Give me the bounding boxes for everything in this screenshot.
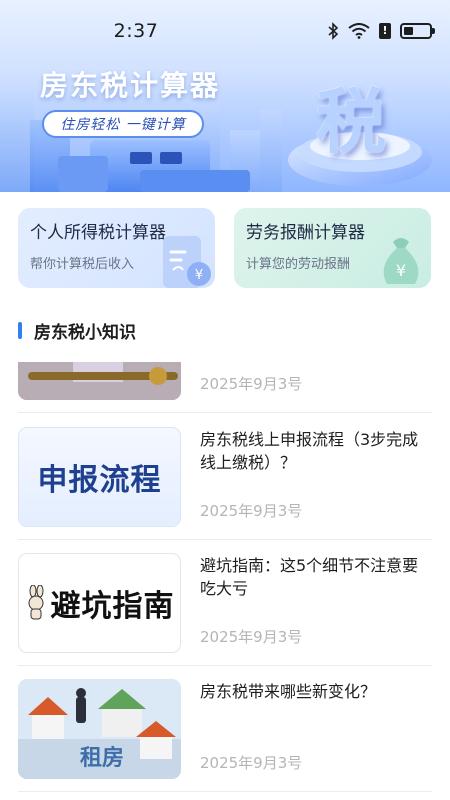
section-accent-bar (18, 322, 22, 339)
hero-banner: 2:37 ! 房东税计算器 住房轻松 一键计算 税 (0, 0, 450, 192)
labor-remuneration-calculator-card[interactable]: 劳务报酬计算器 计算您的劳动报酬 ¥ (234, 208, 431, 288)
status-icons: ! (327, 22, 435, 40)
article-title: 避坑指南：这5个细节不注意要吃大亏 (200, 556, 419, 598)
article-thumbnail: 申报流程 (18, 427, 181, 527)
article-date: 2025年9月3号 (200, 375, 303, 393)
article-thumbnail (18, 362, 181, 400)
list-item[interactable]: 避坑指南 避坑指南：这5个细节不注意要吃大亏 2025年9月3号 (18, 540, 432, 666)
thumbnail-text: 申报流程 (37, 463, 162, 498)
rabbit-mascot-icon (28, 585, 43, 620)
battery-icon (400, 23, 435, 39)
status-bar: 2:37 ! (0, 0, 450, 66)
thumbnail-text: 避坑指南 (50, 589, 175, 624)
article-date: 2025年9月3号 (200, 754, 303, 772)
app-title: 房东税计算器 (40, 69, 221, 102)
thumbnail-text: 租房 (80, 745, 124, 771)
tax-emblem: 税 (316, 80, 386, 163)
rental-houses-image: 租房 (18, 679, 181, 779)
article-date: 2025年9月3号 (200, 502, 303, 520)
list-item[interactable]: 租房 房东税带来哪些新变化？ 2025年9月3号 (18, 666, 432, 792)
hero-tagline: 住房轻松 一键计算 (42, 110, 204, 138)
house-keys-image (18, 362, 181, 400)
card-title: 劳务报酬计算器 (246, 223, 365, 243)
article-date: 2025年9月3号 (200, 628, 303, 646)
notification-alert-icon: ! (379, 23, 391, 39)
status-time: 2:37 (113, 20, 159, 42)
card-subtitle: 计算您的劳动报酬 (246, 257, 351, 272)
wifi-icon (348, 23, 370, 39)
bluetooth-icon (328, 22, 339, 40)
article-thumbnail: 避坑指南 (18, 553, 181, 653)
card-subtitle: 帮你计算税后收入 (30, 257, 135, 272)
card-title: 个人所得税计算器 (30, 223, 166, 243)
list-item[interactable]: 申报流程 房东税线上申报流程（3步完成线上缴税）？ 2025年9月3号 (18, 414, 432, 540)
list-item[interactable]: 2025年9月3号 (18, 362, 432, 413)
article-title: 房东税线上申报流程（3步完成线上缴税）？ (200, 430, 419, 472)
article-list[interactable]: 2025年9月3号 申报流程 房东税线上申报流程（3步完成线上缴税）？ 2025… (0, 362, 450, 800)
article-thumbnail: 租房 (18, 679, 181, 779)
income-tax-calculator-card[interactable]: 个人所得税计算器 帮你计算税后收入 ¥ (18, 208, 215, 288)
section-title: 房东税小知识 (34, 323, 136, 343)
article-title: 房东税带来哪些新变化？ (200, 682, 377, 701)
knowledge-section-header: 房东税小知识 (18, 318, 136, 343)
